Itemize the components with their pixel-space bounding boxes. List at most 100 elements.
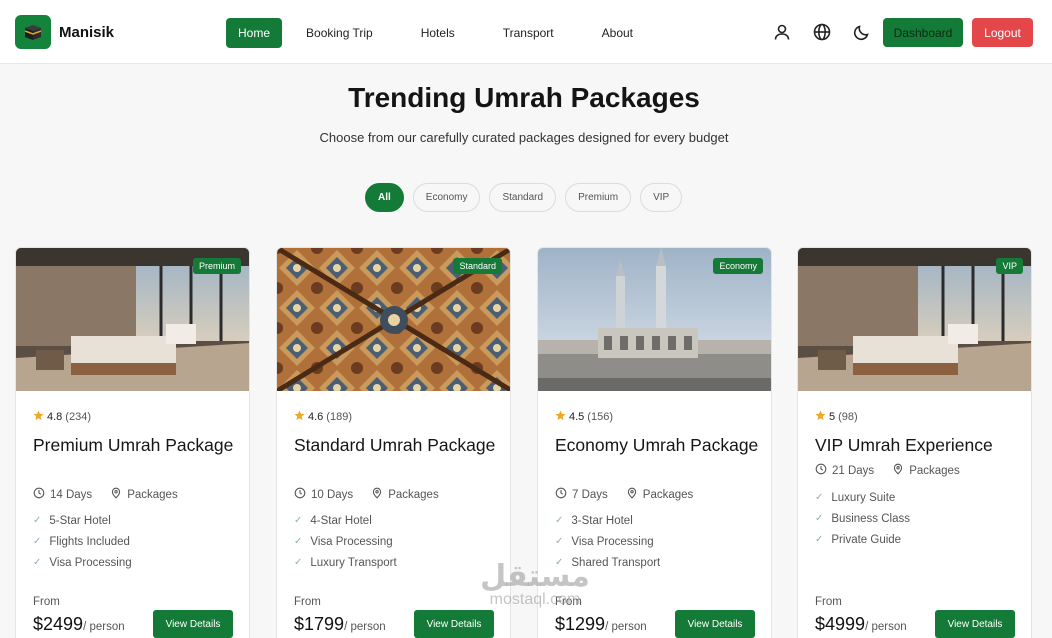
category: Packages bbox=[127, 488, 178, 501]
package-card[interactable]: VIP 5 (98) VIP Umrah Experience 21 Days … bbox=[797, 247, 1032, 638]
main-nav: Home Booking Trip Hotels Transport About bbox=[226, 18, 669, 48]
tier-badge: Economy bbox=[713, 258, 763, 274]
tier-badge: Standard bbox=[453, 258, 502, 274]
feature-item: ✓ 3-Star Hotel bbox=[555, 514, 633, 527]
star-icon bbox=[555, 410, 566, 424]
clock-icon bbox=[294, 487, 306, 502]
feature-item: ✓ Visa Processing bbox=[294, 535, 393, 548]
price-from-label: From bbox=[294, 596, 321, 608]
star-icon bbox=[294, 410, 305, 424]
filter-bar: All Economy Standard Premium VIP bbox=[365, 183, 683, 212]
view-details-button[interactable]: View Details bbox=[935, 610, 1015, 638]
star-icon bbox=[815, 410, 826, 424]
review-count: (156) bbox=[587, 411, 613, 423]
user-icon[interactable] bbox=[772, 22, 792, 42]
check-icon: ✓ bbox=[815, 492, 824, 503]
moon-icon[interactable] bbox=[852, 22, 872, 42]
package-card[interactable]: Premium 4.8 (234) Premium Umrah Package … bbox=[15, 247, 250, 638]
location-pin-icon bbox=[110, 487, 122, 502]
package-title: Economy Umrah Package bbox=[555, 435, 759, 455]
rating: 4.5 (156) bbox=[555, 410, 613, 424]
filter-all[interactable]: All bbox=[365, 183, 404, 212]
rating-value: 4.5 bbox=[569, 411, 585, 423]
view-details-button[interactable]: View Details bbox=[414, 610, 494, 638]
package-meta: 21 Days Packages bbox=[815, 463, 960, 478]
check-icon: ✓ bbox=[33, 515, 42, 526]
nav-icon-group bbox=[772, 22, 872, 42]
rating: 4.6 (189) bbox=[294, 410, 352, 424]
duration: 21 Days bbox=[832, 464, 875, 477]
check-icon: ✓ bbox=[294, 515, 303, 526]
location-pin-icon bbox=[892, 463, 904, 478]
brand-name: Manisik bbox=[59, 23, 115, 41]
check-icon: ✓ bbox=[33, 536, 42, 547]
feature-item: ✓ Luxury Transport bbox=[294, 556, 397, 569]
price-from-label: From bbox=[33, 596, 60, 608]
rating-value: 4.6 bbox=[308, 411, 324, 423]
check-icon: ✓ bbox=[555, 515, 564, 526]
check-icon: ✓ bbox=[555, 536, 564, 547]
check-icon: ✓ bbox=[815, 513, 824, 524]
duration: 10 Days bbox=[311, 488, 354, 501]
package-meta: 14 Days Packages bbox=[33, 487, 178, 502]
filter-premium[interactable]: Premium bbox=[565, 183, 632, 212]
package-title: Premium Umrah Package bbox=[33, 435, 234, 455]
price: $1299/ person bbox=[555, 614, 647, 634]
feature-item: ✓ Visa Processing bbox=[33, 556, 132, 569]
duration: 7 Days bbox=[572, 488, 608, 501]
logout-button[interactable]: Logout bbox=[972, 18, 1033, 47]
feature-list: ✓ Luxury Suite ✓ Business Class ✓ Private G… bbox=[815, 487, 910, 550]
nav-home[interactable]: Home bbox=[226, 18, 283, 48]
dashboard-button[interactable]: Dashboard bbox=[883, 18, 963, 47]
tier-badge: VIP bbox=[996, 258, 1023, 274]
review-count: (234) bbox=[65, 411, 91, 423]
package-card[interactable]: Economy 4.5 (156) Economy Umrah Package … bbox=[537, 247, 772, 638]
feature-item: ✓ 5-Star Hotel bbox=[33, 514, 111, 527]
location-pin-icon bbox=[626, 487, 638, 502]
view-details-button[interactable]: View Details bbox=[153, 610, 233, 638]
check-icon: ✓ bbox=[33, 557, 42, 568]
star-icon bbox=[33, 410, 44, 424]
feature-item: ✓ Flights Included bbox=[33, 535, 130, 548]
nav-booking-trip[interactable]: Booking Trip bbox=[294, 18, 385, 48]
check-icon: ✓ bbox=[815, 534, 824, 545]
nav-transport[interactable]: Transport bbox=[491, 18, 566, 48]
feature-list: ✓ 3-Star Hotel ✓ Visa Processing ✓ Shared T… bbox=[555, 510, 660, 573]
globe-icon[interactable] bbox=[812, 22, 832, 42]
brand[interactable]: Manisik bbox=[15, 15, 114, 49]
rating: 4.8 (234) bbox=[33, 410, 91, 424]
package-meta: 10 Days Packages bbox=[294, 487, 439, 502]
rating: 5 (98) bbox=[815, 410, 858, 424]
check-icon: ✓ bbox=[555, 557, 564, 568]
review-count: (98) bbox=[838, 411, 858, 423]
feature-item: ✓ Business Class bbox=[815, 512, 911, 525]
check-icon: ✓ bbox=[294, 557, 303, 568]
feature-item: ✓ Shared Transport bbox=[555, 556, 661, 569]
filter-economy[interactable]: Economy bbox=[412, 183, 481, 212]
package-meta: 7 Days Packages bbox=[555, 487, 693, 502]
filter-standard[interactable]: Standard bbox=[489, 183, 557, 212]
view-details-button[interactable]: View Details bbox=[675, 610, 755, 638]
top-navbar: Manisik Home Booking Trip Hotels Transpo… bbox=[0, 0, 1052, 64]
clock-icon bbox=[555, 487, 567, 502]
price: $4999/ person bbox=[815, 614, 907, 634]
nav-hotels[interactable]: Hotels bbox=[409, 18, 467, 48]
feature-item: ✓ Private Guide bbox=[815, 533, 902, 546]
package-card[interactable]: Standard 4.6 (189) Standard Umrah Packag… bbox=[276, 247, 511, 638]
filter-vip[interactable]: VIP bbox=[640, 183, 683, 212]
location-pin-icon bbox=[371, 487, 383, 502]
category: Packages bbox=[909, 464, 960, 477]
feature-list: ✓ 4-Star Hotel ✓ Visa Processing ✓ Luxury T… bbox=[294, 510, 397, 573]
tier-badge: Premium bbox=[192, 258, 241, 274]
feature-item: ✓ Luxury Suite bbox=[815, 491, 896, 504]
price-from-label: From bbox=[815, 596, 842, 608]
package-title: VIP Umrah Experience bbox=[815, 435, 993, 455]
nav-about[interactable]: About bbox=[590, 18, 645, 48]
package-title: Standard Umrah Package bbox=[294, 435, 496, 455]
price: $1799/ person bbox=[294, 614, 386, 634]
clock-icon bbox=[815, 463, 827, 478]
price-from-label: From bbox=[555, 596, 582, 608]
category: Packages bbox=[388, 488, 439, 501]
clock-icon bbox=[33, 487, 45, 502]
page-subtitle: Choose from our carefully curated packag… bbox=[319, 130, 729, 145]
